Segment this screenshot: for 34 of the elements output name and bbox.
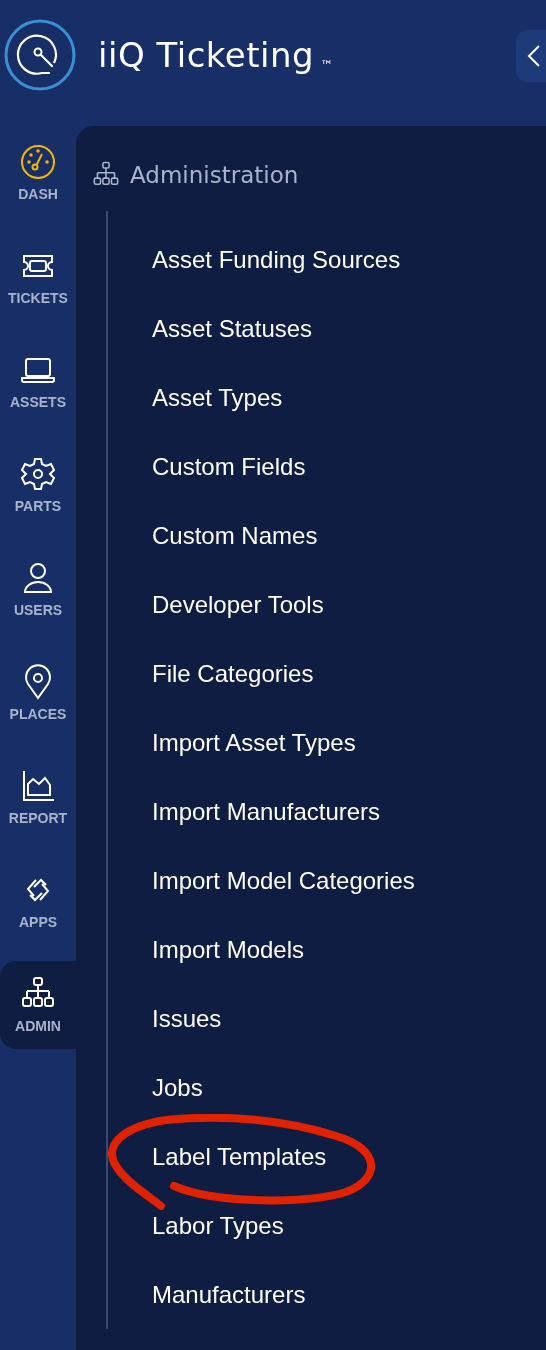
nav-item[interactable]: DASH: [0, 129, 76, 217]
menu-link[interactable]: Import Manufacturers: [152, 797, 381, 826]
nav-item[interactable]: PLACES: [0, 649, 76, 737]
menu-link[interactable]: Manufacturers: [152, 1280, 306, 1309]
menu-link[interactable]: Import Asset Types: [152, 728, 356, 757]
chevron-left-icon: [527, 44, 541, 68]
menu-link[interactable]: Jobs: [152, 1073, 203, 1102]
app-title: iiQ Ticketing: [98, 35, 315, 75]
menu-link[interactable]: Import Model Categories: [152, 866, 415, 895]
menu-link[interactable]: Custom Names: [152, 521, 318, 550]
menu-link[interactable]: Labor Types: [152, 1211, 284, 1240]
menu-link[interactable]: Asset Types: [152, 383, 283, 412]
menu-link[interactable]: Import Models: [152, 935, 305, 964]
logo-icon: [4, 19, 76, 91]
trademark-sign: ™: [320, 57, 334, 73]
collapse-button[interactable]: [516, 30, 546, 82]
dashboard-gauge-icon: [20, 144, 56, 180]
panel-title: Administration: [130, 162, 299, 188]
nav-item[interactable]: REPORT: [0, 753, 76, 841]
menu-link[interactable]: Issues: [152, 1004, 222, 1033]
nav-item[interactable]: TICKETS: [0, 233, 76, 321]
nav-item[interactable]: PARTS: [0, 441, 76, 529]
menu-link[interactable]: Asset Funding Sources: [152, 245, 401, 274]
nav-item[interactable]: USERS: [0, 545, 76, 633]
nav-item[interactable]: ADMIN: [0, 961, 76, 1049]
chart-icon: [20, 768, 56, 804]
menu-link[interactable]: Developer Tools: [152, 590, 324, 619]
menu-link[interactable]: File Categories: [152, 659, 314, 688]
menu-link[interactable]: Asset Statuses: [152, 314, 313, 343]
nav-item[interactable]: APPS: [0, 857, 76, 945]
settings-icon: [20, 456, 56, 492]
menu-link[interactable]: Label Templates: [152, 1142, 327, 1171]
nav-item[interactable]: ASSETS: [0, 337, 76, 425]
menu-link[interactable]: Custom Fields: [152, 452, 306, 481]
